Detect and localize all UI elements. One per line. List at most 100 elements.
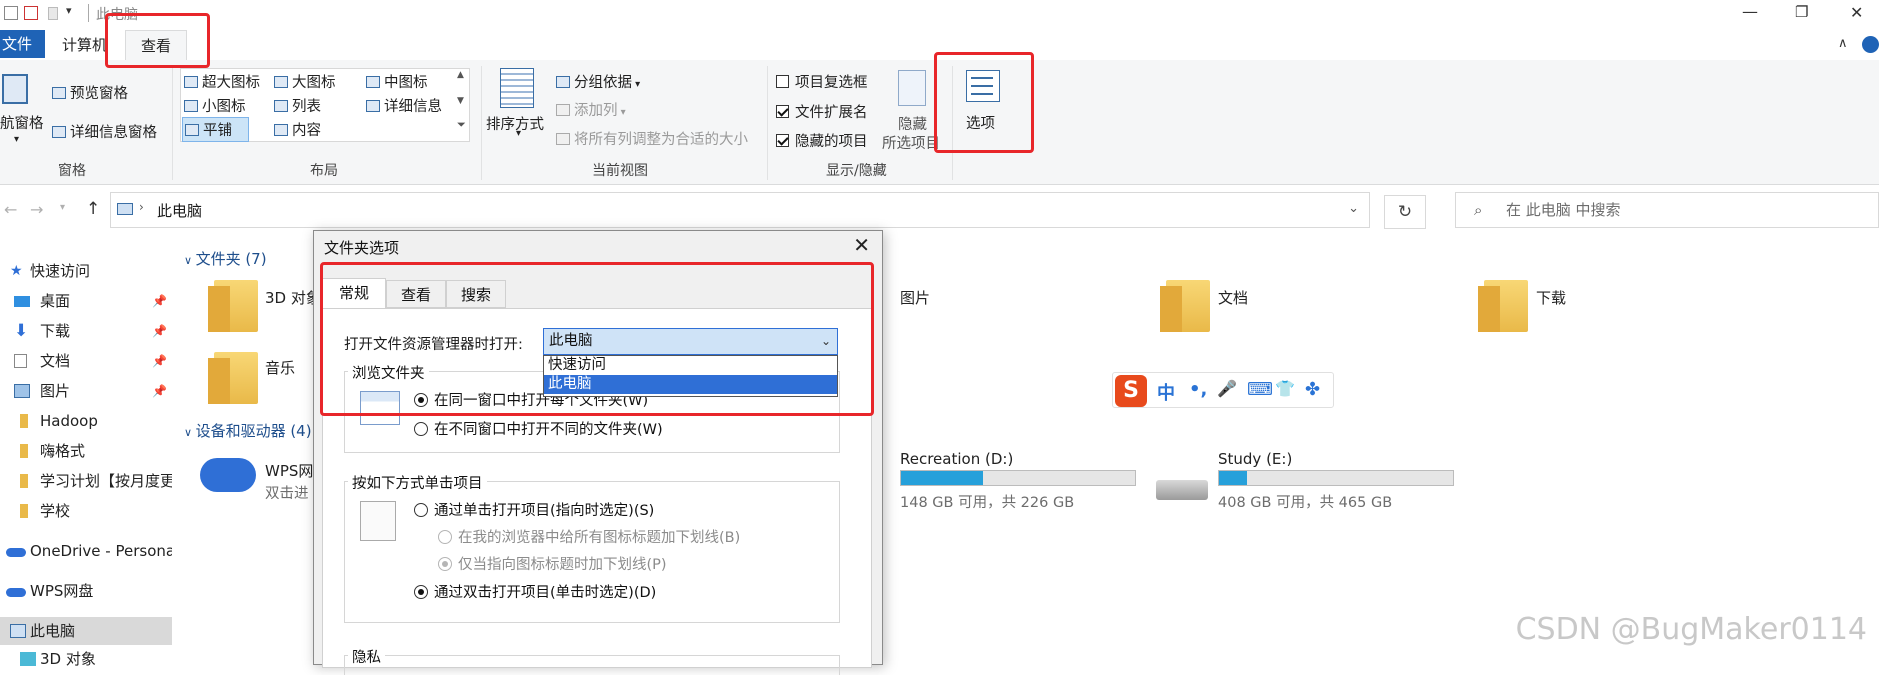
sort-dropdown-icon[interactable]: ▾ xyxy=(516,128,521,139)
drive-e-name[interactable]: Study (E:) xyxy=(1218,450,1292,468)
sidebar-item-downloads[interactable]: ⬇ 下载 📌 xyxy=(0,317,172,345)
sidebar-item-school[interactable]: 学校 xyxy=(0,497,172,525)
keyboard-icon[interactable]: ⌨ xyxy=(1247,379,1273,400)
maximize-button[interactable]: ❐ xyxy=(1795,3,1808,21)
radio-underline-all[interactable]: 在我的浏览器中给所有图标标题加下划线(B) xyxy=(438,526,740,547)
punctuation-icon[interactable]: •, xyxy=(1189,379,1207,400)
file-extension-box[interactable] xyxy=(776,105,789,118)
ime-mode-icon[interactable]: 中 xyxy=(1157,379,1175,405)
nav-pane-icon[interactable] xyxy=(2,74,28,104)
radio-double-click[interactable]: 通过双击打开项目(单击时选定)(D) xyxy=(414,581,656,602)
sort-button[interactable]: 排序方式 xyxy=(486,113,544,134)
preview-pane-button[interactable]: 预览窗格 xyxy=(52,82,128,103)
sort-icon[interactable] xyxy=(500,68,534,108)
recent-dropdown-icon[interactable]: ▾ xyxy=(60,202,65,213)
nav-pane-button[interactable]: 航窗格 xyxy=(0,112,44,133)
radio-dot[interactable] xyxy=(438,530,452,544)
wps-cloud-icon[interactable] xyxy=(200,458,256,492)
gallery-up-icon[interactable]: ▲ xyxy=(457,70,464,80)
sidebar-item-haigeshi[interactable]: 嗨格式 xyxy=(0,437,172,465)
forward-icon[interactable]: → xyxy=(30,200,43,219)
toolbox-icon[interactable]: ✤ xyxy=(1305,379,1320,400)
sidebar-item-hadoop[interactable]: Hadoop xyxy=(0,407,172,435)
collapse-ribbon-icon[interactable]: ∧ xyxy=(1838,36,1848,51)
file-extension-toggle[interactable]: 文件扩展名 xyxy=(776,101,868,122)
address-history-icon[interactable]: ⌄ xyxy=(1348,201,1359,216)
quick-access-icon[interactable] xyxy=(4,6,18,20)
sidebar-item-wps-drive[interactable]: WPS网盘 xyxy=(0,577,172,605)
documents-folder-icon[interactable] xyxy=(1160,280,1210,332)
microphone-icon[interactable]: 🎤 xyxy=(1217,379,1237,398)
wps-drive-item[interactable]: WPS网 xyxy=(265,460,313,481)
sidebar-item-quick-access[interactable]: ★ 快速访问 xyxy=(0,257,172,285)
hide-selected-label-2[interactable]: 所选项目 xyxy=(882,132,940,153)
item-checkbox-box[interactable] xyxy=(776,75,789,88)
dialog-close-button[interactable]: ✕ xyxy=(853,233,870,257)
skin-icon[interactable]: 👕 xyxy=(1275,379,1295,398)
devices-group-header[interactable]: ∨ 设备和驱动器 (4) xyxy=(184,420,312,441)
details-pane-button[interactable]: 详细信息窗格 xyxy=(52,121,157,142)
refresh-button[interactable]: ↻ xyxy=(1384,195,1426,229)
hard-drive-icon[interactable] xyxy=(1156,480,1208,500)
sidebar-item-this-pc[interactable]: 此电脑 xyxy=(0,617,172,645)
drive-d-name[interactable]: Recreation (D:) xyxy=(900,450,1013,468)
radio-dot[interactable] xyxy=(438,557,452,571)
layout-large-icons[interactable]: 大图标 xyxy=(274,71,336,92)
sidebar-item-onedrive[interactable]: OneDrive - Persona xyxy=(0,537,172,565)
address-bar[interactable]: › 此电脑 ⌄ xyxy=(110,192,1370,228)
3d-objects-folder-icon[interactable] xyxy=(208,280,258,332)
layout-content[interactable]: 内容 xyxy=(274,119,321,140)
back-icon[interactable]: ← xyxy=(4,200,17,219)
help-icon[interactable] xyxy=(1862,36,1879,53)
sidebar-item-desktop[interactable]: 桌面 📌 xyxy=(0,287,172,315)
gallery-more-icon[interactable]: ⏷ xyxy=(457,118,466,132)
layout-tiles[interactable]: 平铺 xyxy=(182,117,249,142)
gallery-down-icon[interactable]: ▼ xyxy=(457,96,464,106)
sidebar-item-pictures[interactable]: 图片 📌 xyxy=(0,377,172,405)
properties-icon[interactable] xyxy=(24,6,38,20)
folder-documents[interactable]: 文档 xyxy=(1218,287,1248,308)
radio-underline-hover[interactable]: 仅当指向图标标题时加下划线(P) xyxy=(438,553,667,574)
hide-selected-label[interactable]: 隐藏 xyxy=(898,113,927,134)
radio-dot[interactable] xyxy=(414,585,428,599)
radio-dot[interactable] xyxy=(414,422,428,436)
tab-file[interactable]: 文件 xyxy=(0,30,45,58)
layout-extra-large-icons[interactable]: 超大图标 xyxy=(184,71,260,92)
search-placeholder: 在 此电脑 中搜索 xyxy=(1506,201,1621,219)
radio-single-click[interactable]: 通过单击打开项目(指向时选定)(S) xyxy=(414,499,654,520)
item-checkbox-toggle[interactable]: 项目复选框 xyxy=(776,71,868,92)
up-icon[interactable]: ↑ xyxy=(86,199,100,219)
folders-group-header[interactable]: ∨ 文件夹 (7) xyxy=(184,248,267,269)
nav-pane-dropdown-icon[interactable]: ▾ xyxy=(14,134,19,145)
breadcrumb-this-pc[interactable]: 此电脑 xyxy=(157,200,202,221)
sidebar-item-study-plan[interactable]: 学习计划【按月度更 xyxy=(0,467,172,495)
sidebar-item-3d-objects[interactable]: 3D 对象 xyxy=(0,645,172,673)
group-by-button[interactable]: 分组依据 ▾ xyxy=(556,71,640,92)
breadcrumb-chevron-icon[interactable]: › xyxy=(139,200,144,214)
group-label-layout: 布局 xyxy=(310,163,338,179)
sidebar-item-documents[interactable]: 文档 📌 xyxy=(0,347,172,375)
folder-pictures[interactable]: 图片 xyxy=(900,287,930,308)
layout-label: 中图标 xyxy=(384,75,428,91)
downloads-folder-icon[interactable] xyxy=(1478,280,1528,332)
minimize-button[interactable]: — xyxy=(1742,2,1758,21)
folder-downloads[interactable]: 下载 xyxy=(1536,287,1566,308)
folder-music[interactable]: 音乐 xyxy=(265,357,295,378)
radio-new-window[interactable]: 在不同窗口中打开不同的文件夹(W) xyxy=(414,418,663,439)
sogou-logo-icon[interactable]: S xyxy=(1115,375,1147,407)
hidden-items-toggle[interactable]: 隐藏的项目 xyxy=(776,130,868,151)
layout-medium-icons[interactable]: 中图标 xyxy=(366,71,428,92)
close-button[interactable]: ✕ xyxy=(1850,3,1863,22)
new-folder-icon[interactable] xyxy=(48,7,58,20)
hide-selected-icon[interactable] xyxy=(898,70,926,106)
radio-dot[interactable] xyxy=(414,503,428,517)
add-columns-button[interactable]: 添加列 ▾ xyxy=(556,99,626,120)
hidden-items-box[interactable] xyxy=(776,134,789,147)
layout-small-icons[interactable]: 小图标 xyxy=(184,95,246,116)
music-folder-icon[interactable] xyxy=(208,352,258,404)
layout-details[interactable]: 详细信息 xyxy=(366,95,442,116)
fit-columns-button[interactable]: 将所有列调整为合适的大小 xyxy=(556,128,748,149)
layout-list[interactable]: 列表 xyxy=(274,95,321,116)
search-input[interactable]: ⌕ 在 此电脑 中搜索 xyxy=(1455,192,1879,228)
qat-dropdown-icon[interactable]: ▾ xyxy=(66,4,72,17)
